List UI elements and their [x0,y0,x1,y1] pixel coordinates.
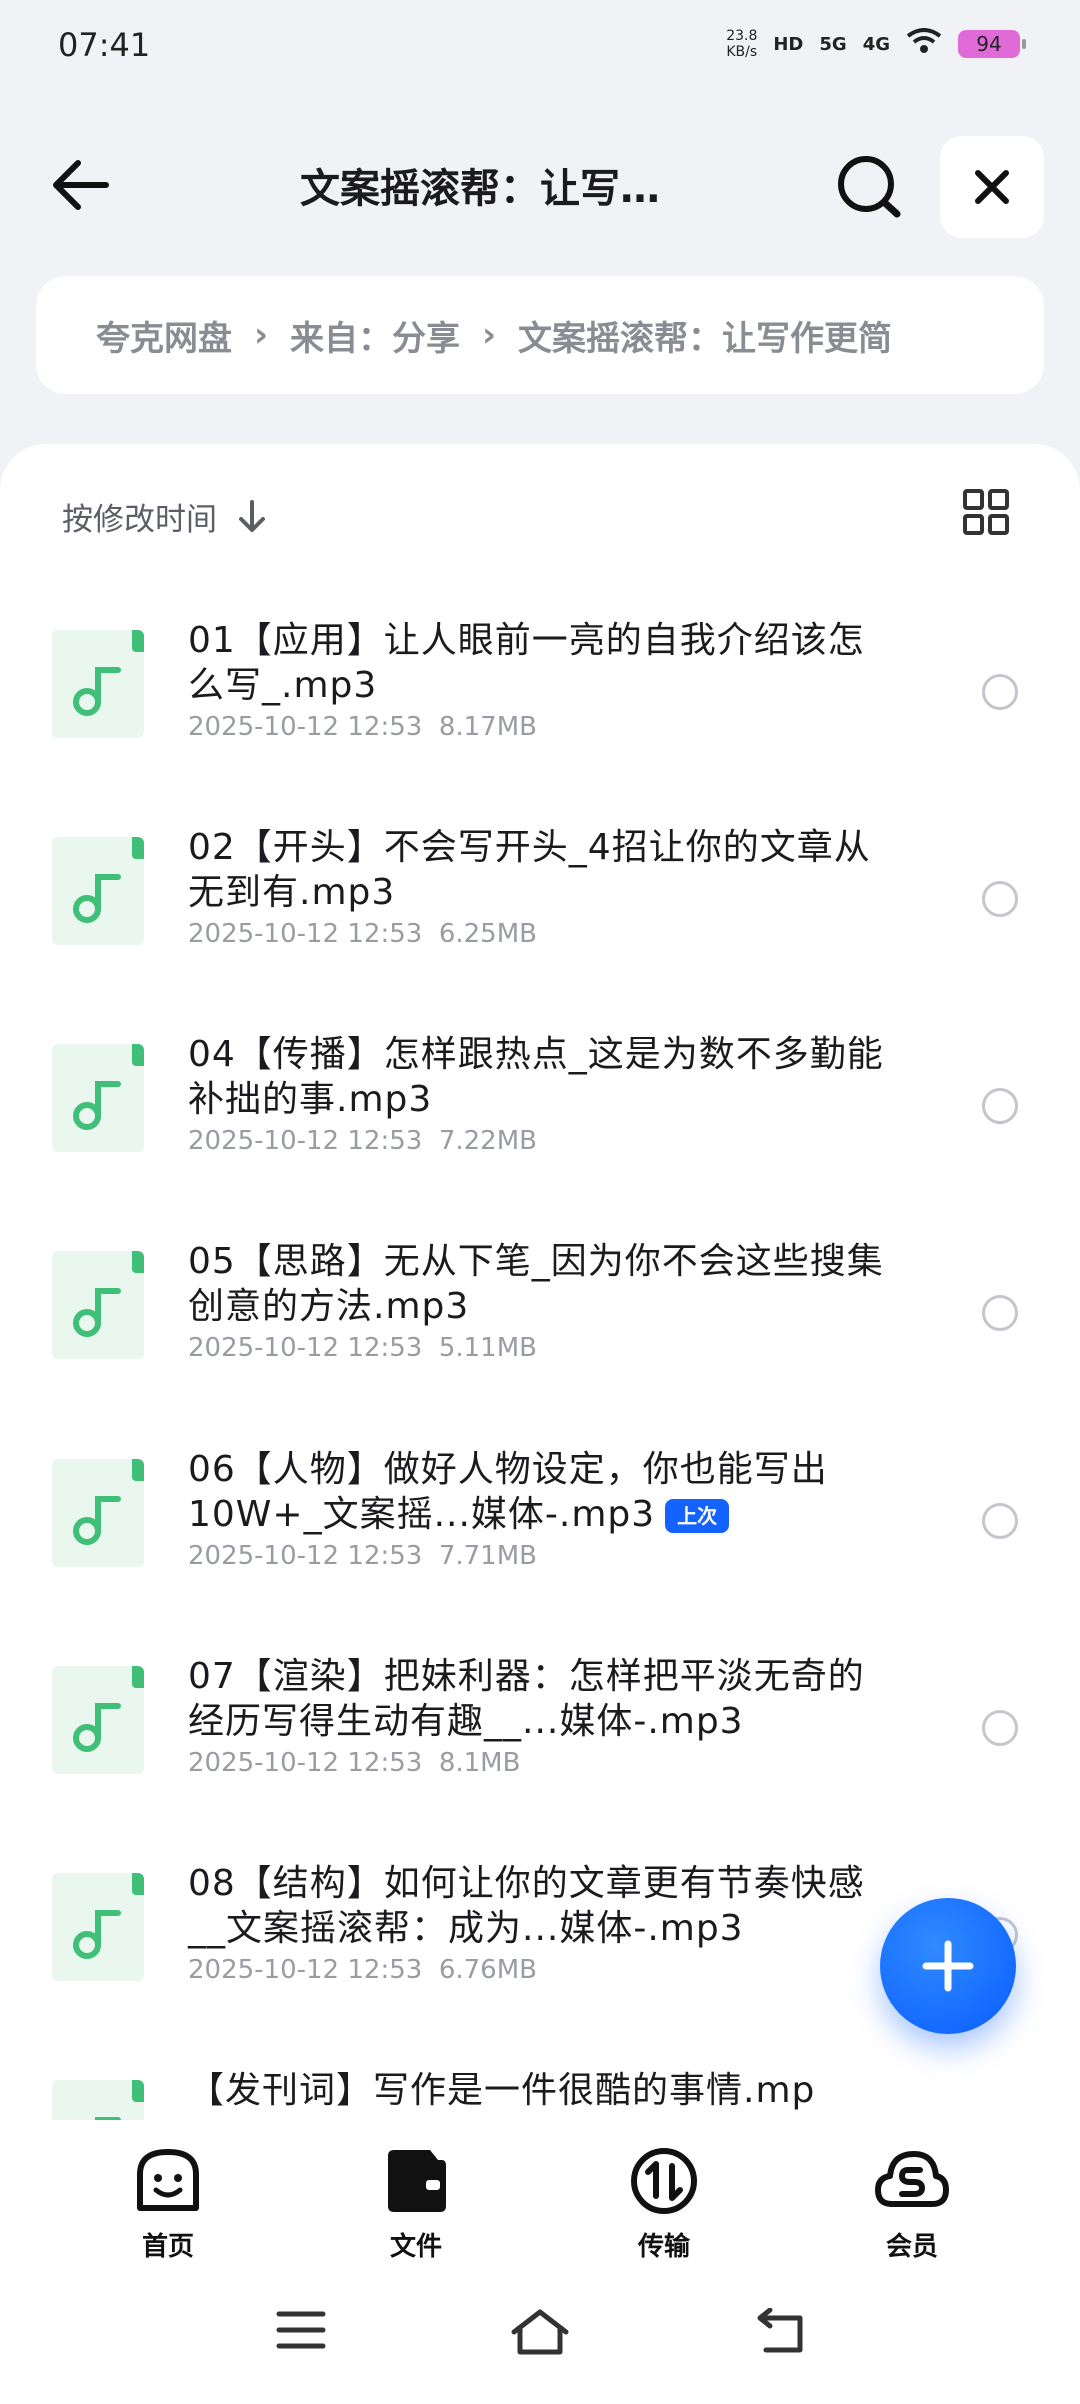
smile-icon [137,2149,199,2211]
tab-files[interactable]: 文件 [346,2146,486,2263]
tab-member[interactable]: 会员 [842,2146,982,2263]
file-name: 05【思路】无从下笔_因为你不会这些搜集创意的方法.mp3 [188,1241,884,1327]
breadcrumb-item-share[interactable]: 来自：分享 [290,311,460,360]
last-played-badge: 上次 [665,1499,730,1533]
wallet-icon [388,2150,446,2212]
wifi-icon [906,28,942,60]
audio-file-icon [52,1666,144,1774]
file-meta: 2025-10-12 12:53 6.25MB [188,919,537,949]
home-button[interactable] [510,2308,570,2360]
transfer-icon [631,2148,697,2214]
sort-toggle[interactable]: 按修改时间 [62,494,267,539]
back-nav-icon [757,2307,803,2353]
file-name: 02【开头】不会写开头_4招让你的文章从无到有.mp3 [188,827,871,913]
menu-button[interactable] [276,2308,326,2356]
audio-file-icon [52,837,144,945]
plus-icon [922,1940,974,1992]
home-icon [511,2309,569,2355]
status-time: 07:41 [58,26,151,64]
file-name: 07【渲染】把妹利器：怎样把平淡无奇的经历写得生动有趣__...媒体-.mp3 [188,1656,865,1742]
list-item[interactable]: 06【人物】做好人物设定，你也能写出10W+_文案摇...媒体-.mp3 上次 2… [0,1425,1080,1631]
close-button[interactable] [940,136,1044,238]
bottom-tab-bar: 首页 文件 传输 会员 [0,2120,1080,2270]
search-icon [838,156,901,218]
audio-file-icon [52,1251,144,1359]
breadcrumb: 夸克网盘 › 来自：分享 › 文案摇滚帮：让写作更简 [36,276,1044,394]
chevron-right-icon: › [482,315,497,355]
breadcrumb-item-current[interactable]: 文案摇滚帮：让写作更简 [518,311,892,360]
file-name: 01【应用】让人眼前一亮的自我介绍该怎么写_.mp3 [188,620,865,706]
signal-4g-icon: 4G [862,33,890,55]
list-item[interactable]: 04【传播】怎样跟热点_这是为数不多勤能补拙的事.mp3 2025-10-12 … [0,1010,1080,1216]
sort-label: 按修改时间 [62,502,217,538]
hd-icon: HD [773,33,804,55]
select-checkbox[interactable] [982,1503,1018,1539]
tab-label: 传输 [637,2232,690,2262]
select-checkbox[interactable] [982,674,1018,710]
arrow-left-icon [53,160,109,210]
file-list-panel: 按修改时间 01【应用】让人眼前一亮的自我介绍该怎么写_.mp3 2025-10… [0,444,1080,2144]
page-title: 文案摇滚帮：让写… [300,166,660,212]
audio-file-icon [52,630,144,738]
select-checkbox[interactable] [982,1710,1018,1746]
file-meta: 2025-10-12 12:53 5.11MB [188,1333,537,1363]
audio-file-icon [52,1044,144,1152]
breadcrumb-item-root[interactable]: 夸克网盘 [96,311,232,360]
file-name: 04【传播】怎样跟热点_这是为数不多勤能补拙的事.mp3 [188,1034,884,1120]
list-item[interactable]: 01【应用】让人眼前一亮的自我介绍该怎么写_.mp3 2025-10-12 12… [0,596,1080,802]
file-name: 06【人物】做好人物设定，你也能写出10W+_文案摇...媒体-.mp3 上次 [188,1449,828,1535]
select-checkbox[interactable] [982,1088,1018,1124]
file-meta: 2025-10-12 12:53 7.71MB [188,1541,537,1571]
add-button[interactable] [880,1898,1016,2034]
tab-label: 文件 [389,2232,442,2262]
file-meta: 2025-10-12 12:53 8.17MB [188,712,537,742]
close-icon [975,170,1009,204]
signal-5g-icon: 5G [819,33,847,55]
system-nav-bar [0,2270,1080,2404]
grid-icon [963,489,1009,535]
title-bar: 文案摇滚帮：让写… [0,130,1080,240]
tab-label: 会员 [885,2232,938,2262]
chevron-right-icon: › [254,315,269,355]
list-item[interactable]: 07【渲染】把妹利器：怎样把平淡无奇的经历写得生动有趣__...媒体-.mp3 … [0,1632,1080,1838]
file-meta: 2025-10-12 12:53 7.22MB [188,1126,537,1156]
status-bar: 07:41 23.8 KB/s HD 5G 4G 94 [0,0,1080,90]
audio-file-icon [52,1873,144,1981]
audio-file-icon [52,1459,144,1567]
back-button[interactable] [48,155,118,215]
menu-icon [276,2311,326,2349]
search-button[interactable] [835,152,905,222]
back-nav-button[interactable] [756,2307,806,2358]
file-name: 【发刊词】写作是一件很酷的事情.mp [188,2070,816,2111]
cloud-s-icon [875,2151,949,2207]
file-meta: 2025-10-12 12:53 8.1MB [188,1748,521,1778]
tab-transfer[interactable]: 传输 [594,2146,734,2263]
file-name: 08【结构】如何让你的文章更有节奏快感__文案摇滚帮：成为...媒体-.mp3 [188,1863,865,1949]
grid-view-button[interactable] [962,488,1010,536]
select-checkbox[interactable] [982,1295,1018,1331]
tab-label: 首页 [141,2232,194,2262]
tab-home[interactable]: 首页 [98,2146,238,2263]
network-speed: 23.8 KB/s [726,28,758,60]
status-icons: 23.8 KB/s HD 5G 4G 94 [726,28,1026,60]
list-item[interactable]: 02【开头】不会写开头_4招让你的文章从无到有.mp3 2025-10-12 1… [0,803,1080,1009]
arrow-down-icon [239,499,265,532]
list-item[interactable]: 05【思路】无从下笔_因为你不会这些搜集创意的方法.mp3 2025-10-12… [0,1217,1080,1423]
battery-icon: 94 [958,30,1026,58]
select-checkbox[interactable] [982,881,1018,917]
file-meta: 2025-10-12 12:53 6.76MB [188,1955,537,1985]
